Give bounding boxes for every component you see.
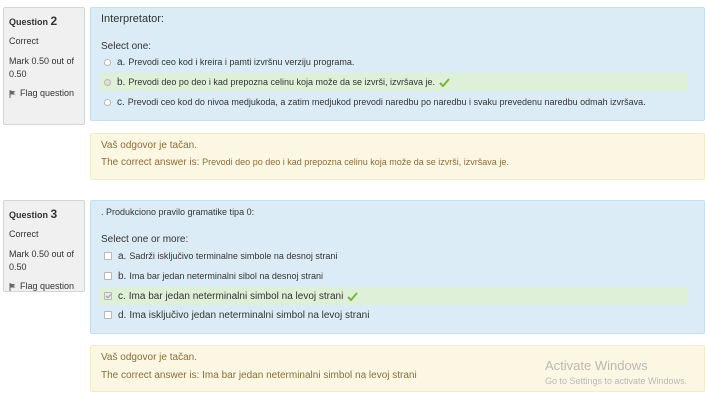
right-answer-text: Ima bar jedan neterminalni simbol na lev… xyxy=(202,370,417,381)
option-text: Ima bar jedan neterminalni simbol na lev… xyxy=(128,290,344,302)
answer-prompt: Select one: xyxy=(101,41,152,52)
answer-prompt: Select one or more: xyxy=(101,234,189,245)
question-state: Correct xyxy=(9,229,39,239)
answer-option-d[interactable]: d. Ima isključivo jedan neterminalni sim… xyxy=(99,306,687,324)
question-content-3: . Produkciono pravilo gramatike tipa 0: … xyxy=(90,200,705,334)
answer-option-c[interactable]: c. Prevodi ceo kod do nivoa medjukoda, a… xyxy=(99,93,687,111)
general-feedback: Vaš odgovor je tačan. xyxy=(101,352,197,363)
right-answer-text: Prevodi deo po deo i kad prepozna celinu… xyxy=(202,157,509,167)
question-number-value: 2 xyxy=(50,14,58,28)
question-text: Interpretator: xyxy=(101,13,164,25)
answer-option-c[interactable]: c. Ima bar jedan neterminalni simbol na … xyxy=(99,287,687,305)
radio-button[interactable] xyxy=(104,98,111,106)
question-info-3: Question 3 Correct Mark 0.50 out of 0.50… xyxy=(3,200,85,292)
watermark-subtitle: Go to Settings to activate Windows. xyxy=(545,376,688,386)
question-info-2: Question 2 Correct Mark 0.50 out of 0.50… xyxy=(3,7,85,125)
right-answer: The correct answer is: Prevodi deo po de… xyxy=(101,157,509,168)
radio-button[interactable] xyxy=(104,58,111,66)
question-grade: Mark 0.50 out of 0.50 xyxy=(9,249,75,272)
flag-icon xyxy=(9,282,16,291)
option-text: Ima bar jedan neterminalni sibol na desn… xyxy=(129,271,323,281)
question-number-value: 3 xyxy=(50,207,58,221)
option-text: Prevodi ceo kod i kreira i pamti izvršnu… xyxy=(128,57,355,67)
option-text: Prevodi ceo kod do nivoa medjukoda, a za… xyxy=(127,97,646,107)
checkbox[interactable] xyxy=(104,252,112,260)
answer-option-a[interactable]: a. Prevodi ceo kod i kreira i pamti izvr… xyxy=(99,53,687,71)
checkbox-checked[interactable] xyxy=(104,292,112,300)
question-number: Question 2 xyxy=(9,14,58,28)
check-icon xyxy=(347,291,359,301)
windows-activation-watermark: Activate Windows Go to Settings to activ… xyxy=(545,358,687,386)
flag-icon xyxy=(9,89,16,98)
right-answer-label: The correct answer is: xyxy=(101,370,203,381)
answer-option-a[interactable]: a. Sadrži isključivo terminalne simbole … xyxy=(99,247,687,265)
question-grade: Mark 0.50 out of 0.50 xyxy=(9,56,75,79)
answer-option-b[interactable]: b. Prevodi deo po deo i kad prepozna cel… xyxy=(99,73,687,91)
question-state: Correct xyxy=(9,36,39,46)
flag-question-link[interactable]: Flag question xyxy=(9,281,79,292)
radio-button-selected[interactable] xyxy=(104,78,111,86)
flag-question-label: Flag question xyxy=(20,281,75,291)
right-answer: The correct answer is: Ima bar jedan net… xyxy=(101,370,417,381)
flag-question-link[interactable]: Flag question xyxy=(9,88,79,99)
checkbox[interactable] xyxy=(104,311,112,319)
option-text: Sadrži isključivo terminalne simbole na … xyxy=(129,251,338,261)
question-content-2: Interpretator: Select one: a. Prevodi ce… xyxy=(90,7,705,121)
question-feedback-2: Vaš odgovor je tačan. The correct answer… xyxy=(90,133,705,180)
check-icon xyxy=(439,77,450,87)
option-text: Ima isključivo jedan neterminalni simbol… xyxy=(129,309,370,321)
question-text: . Produkciono pravilo gramatike tipa 0: xyxy=(101,207,255,217)
option-text: Prevodi deo po deo i kad prepozna celinu… xyxy=(128,77,436,87)
flag-question-label: Flag question xyxy=(20,88,75,98)
answer-option-b[interactable]: b. Ima bar jedan neterminalni sibol na d… xyxy=(99,267,687,285)
general-feedback: Vaš odgovor je tačan. xyxy=(101,140,197,151)
checkbox[interactable] xyxy=(104,272,112,280)
watermark-title: Activate Windows xyxy=(545,358,648,373)
question-number: Question 3 xyxy=(9,207,58,221)
right-answer-label: The correct answer is: xyxy=(101,157,203,168)
